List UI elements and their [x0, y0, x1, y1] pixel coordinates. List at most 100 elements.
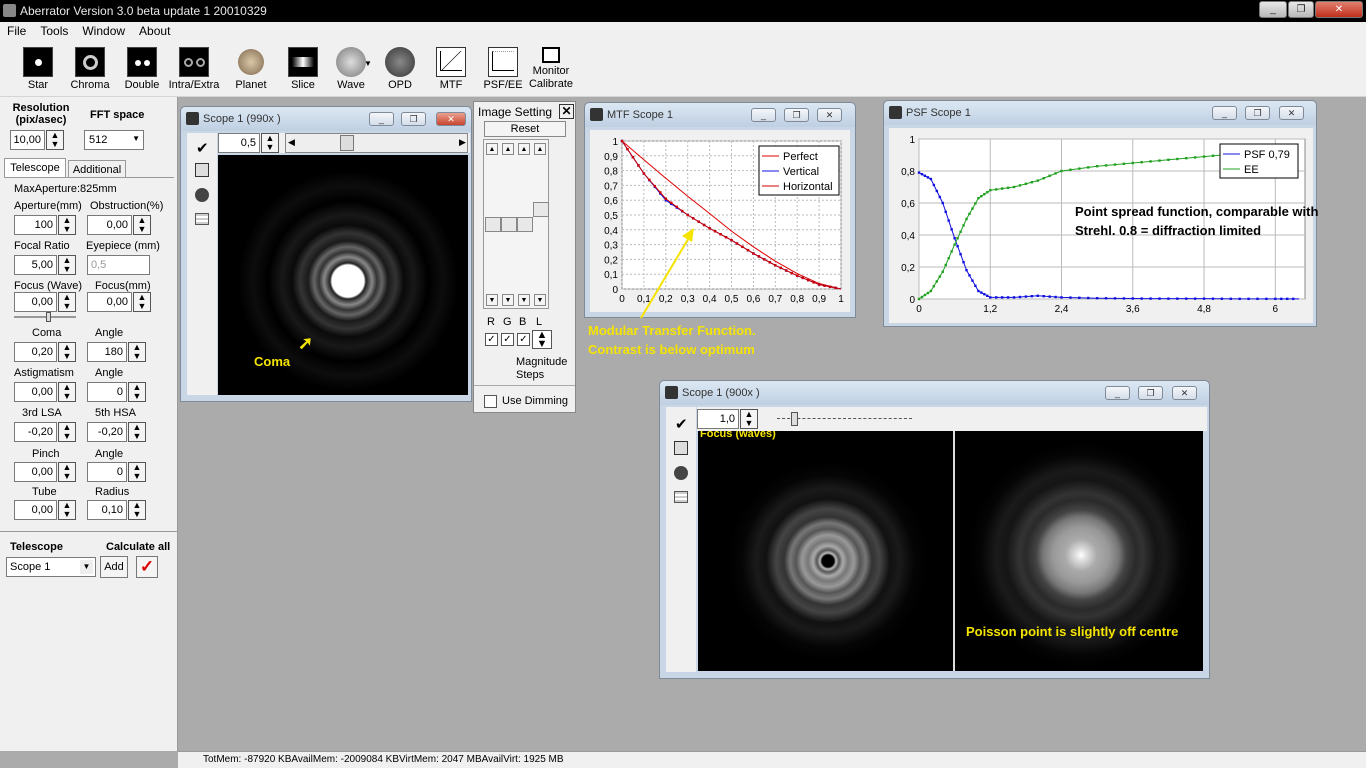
grid-icon[interactable] [195, 213, 209, 225]
calculate-all-button[interactable]: ✓ [136, 556, 158, 578]
astig-angle-spinner[interactable]: ▲ ▼ [128, 382, 146, 402]
minimize-icon[interactable]: _ [369, 112, 394, 126]
tab-telescope[interactable]: Telescope [4, 158, 66, 177]
save-icon[interactable] [195, 163, 209, 177]
coma-angle-input[interactable]: 180 [87, 342, 127, 362]
down-icon[interactable]: ▼ [502, 294, 514, 306]
coma-spinner[interactable]: ▲ ▼ [58, 342, 76, 362]
slider-thumb[interactable] [501, 217, 517, 232]
menu-about[interactable]: About [132, 22, 177, 38]
resolution-spinner[interactable]: ▲ ▼ [46, 130, 64, 150]
focal-ratio-spinner[interactable]: ▲ ▼ [58, 255, 76, 275]
up-icon[interactable]: ▲ [534, 143, 546, 155]
restore-icon[interactable]: ❐ [784, 108, 809, 122]
focus-wave-input[interactable]: 0,00 [14, 292, 57, 312]
menu-tools[interactable]: Tools [33, 22, 75, 38]
g-checkbox[interactable]: ✓ [501, 333, 514, 346]
scope2-focus-spinner[interactable]: ▲ ▼ [740, 409, 758, 429]
down-icon[interactable]: ▼ [534, 294, 546, 306]
fft-select[interactable]: 512 ▼ [84, 130, 144, 150]
aperture-input[interactable]: 100 [14, 215, 57, 235]
use-dimming-checkbox[interactable] [484, 395, 497, 408]
magnitude-spinner[interactable]: ▲ ▼ [532, 330, 552, 350]
wave-button[interactable]: Wave [324, 45, 378, 91]
levels-sliders[interactable]: ▲ ▲ ▲ ▲ ▼ ▼ ▼ ▼ [483, 139, 549, 309]
obstruction-input[interactable]: 0,00 [87, 215, 132, 235]
close-icon[interactable]: ✕ [1172, 386, 1197, 400]
star-button[interactable]: Star [11, 45, 65, 91]
focus-slider[interactable] [14, 312, 76, 322]
up-icon[interactable]: ▲ [502, 143, 514, 155]
wave-dropdown-icon[interactable]: ▼ [364, 59, 372, 68]
double-button[interactable]: Double [115, 45, 169, 91]
minimize-icon[interactable]: _ [1259, 1, 1287, 18]
scroll-left-icon[interactable]: ◀ [288, 137, 295, 148]
astig-angle-input[interactable]: 0 [87, 382, 127, 402]
astigmatism-input[interactable]: 0,00 [14, 382, 57, 402]
add-button[interactable]: Add [100, 556, 128, 578]
coma-angle-spinner[interactable]: ▲ ▼ [128, 342, 146, 362]
restore-icon[interactable]: ❐ [1245, 106, 1270, 120]
close-icon[interactable]: ✕ [559, 104, 574, 119]
focus-slider[interactable] [777, 412, 912, 426]
chroma-button[interactable]: Chroma [63, 45, 117, 91]
focus-mm-spinner[interactable]: ▲ ▼ [133, 292, 151, 312]
tube-spinner[interactable]: ▲ ▼ [58, 500, 76, 520]
save-icon[interactable] [674, 441, 688, 455]
pinch-angle-input[interactable]: 0 [87, 462, 127, 482]
down-icon[interactable]: ▼ [486, 294, 498, 306]
pinch-input[interactable]: 0,00 [14, 462, 57, 482]
up-icon[interactable]: ▲ [486, 143, 498, 155]
focus-slider-thumb[interactable] [46, 312, 51, 322]
scrollbar-thumb[interactable] [340, 135, 354, 151]
slice-button[interactable]: Slice [276, 45, 330, 91]
radius-input[interactable]: 0,10 [87, 500, 127, 520]
coma-input[interactable]: 0,20 [14, 342, 57, 362]
close-icon[interactable]: ✕ [1315, 1, 1363, 18]
telescope-select[interactable]: Scope 1 ▼ [6, 557, 96, 577]
focus-mm-input[interactable]: 0,00 [87, 292, 132, 312]
hsa-spinner[interactable]: ▲ ▼ [128, 422, 146, 442]
scope2-focus-input[interactable]: 1,0 [697, 409, 739, 429]
minimize-icon[interactable]: _ [1105, 386, 1130, 400]
focus-wave-spinner[interactable]: ▲ ▼ [58, 292, 76, 312]
close-icon[interactable]: ✕ [436, 112, 466, 126]
monitor-calibrate-button[interactable]: Monitor Calibrate [522, 45, 580, 91]
reset-button[interactable]: Reset [484, 121, 566, 137]
planet-button[interactable]: Planet [224, 45, 278, 91]
astigmatism-spinner[interactable]: ▲ ▼ [58, 382, 76, 402]
scope1-zoom-spinner[interactable]: ▲ ▼ [261, 133, 279, 153]
tab-additional[interactable]: Additional [68, 160, 126, 177]
slider-thumb[interactable] [485, 217, 501, 232]
globe-icon[interactable] [674, 466, 688, 480]
grid-icon[interactable] [674, 491, 688, 503]
b-checkbox[interactable]: ✓ [517, 333, 530, 346]
checkmark-icon[interactable]: ✔ [675, 415, 688, 433]
checkmark-icon[interactable]: ✔ [196, 139, 209, 157]
pinch-angle-spinner[interactable]: ▲ ▼ [128, 462, 146, 482]
aperture-spinner[interactable]: ▲ ▼ [58, 215, 76, 235]
minimize-icon[interactable]: _ [751, 108, 776, 122]
scope1-zoom-input[interactable]: 0,5 [218, 133, 260, 153]
r-checkbox[interactable]: ✓ [485, 333, 498, 346]
close-icon[interactable]: ✕ [1279, 106, 1304, 120]
maximize-icon[interactable]: ❐ [1288, 1, 1314, 18]
lsa-spinner[interactable]: ▲ ▼ [58, 422, 76, 442]
focal-ratio-input[interactable]: 5,00 [14, 255, 57, 275]
opd-button[interactable]: OPD [373, 45, 427, 91]
minimize-icon[interactable]: _ [1212, 106, 1237, 120]
radius-spinner[interactable]: ▲ ▼ [128, 500, 146, 520]
globe-icon[interactable] [195, 188, 209, 202]
focus-slider-thumb[interactable] [791, 412, 798, 426]
menu-file[interactable]: File [0, 22, 33, 38]
close-icon[interactable]: ✕ [817, 108, 842, 122]
lsa-input[interactable]: -0,20 [14, 422, 57, 442]
scroll-right-icon[interactable]: ▶ [459, 137, 466, 148]
intra-extra-button[interactable]: Intra/Extra [167, 45, 221, 91]
scope1-scrollbar[interactable]: ◀ ▶ [285, 133, 468, 153]
menu-window[interactable]: Window [75, 22, 132, 38]
hsa-input[interactable]: -0,20 [87, 422, 127, 442]
tube-input[interactable]: 0,00 [14, 500, 57, 520]
obstruction-spinner[interactable]: ▲ ▼ [133, 215, 151, 235]
slider-thumb[interactable] [533, 202, 549, 217]
